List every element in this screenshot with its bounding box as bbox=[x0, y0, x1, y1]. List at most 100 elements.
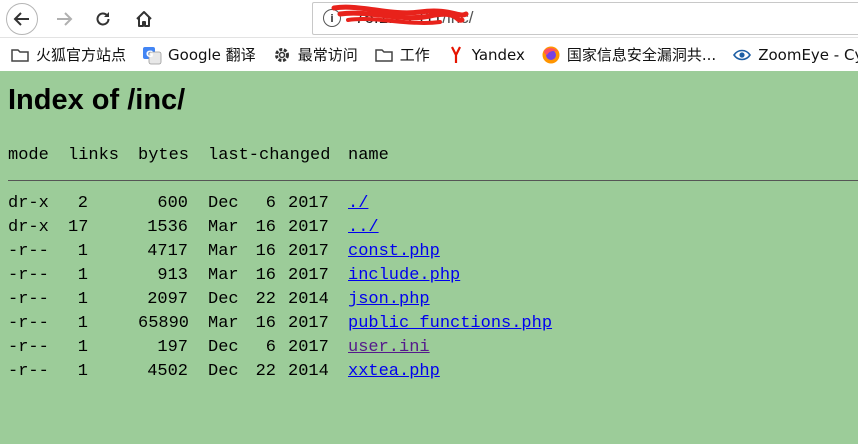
file-bytes: 2097 bbox=[147, 290, 188, 309]
file-year: 2017 bbox=[288, 242, 329, 261]
yandex-icon bbox=[450, 46, 461, 63]
file-links: 1 bbox=[77, 242, 88, 261]
file-day: 22 bbox=[255, 362, 276, 381]
bookmark-zoomeye[interactable]: ZoomEye - Cy bbox=[722, 42, 858, 68]
file-year: 2017 bbox=[288, 338, 329, 357]
header-divider bbox=[8, 180, 858, 181]
forward-button[interactable] bbox=[48, 3, 80, 35]
file-row: -r-- 1 65890 Mar 16 2017 public_function… bbox=[8, 314, 858, 338]
file-year: 2017 bbox=[288, 266, 329, 285]
firefox-icon bbox=[542, 46, 560, 63]
file-link-parent-dir[interactable]: ../ bbox=[348, 218, 379, 237]
file-day: 16 bbox=[255, 266, 276, 285]
file-day: 16 bbox=[255, 242, 276, 261]
file-row: -r-- 1 913 Mar 16 2017 include.php bbox=[8, 266, 858, 290]
redaction-scribble bbox=[331, 4, 469, 25]
file-mode: dr-x bbox=[8, 194, 49, 213]
file-row: dr-x 2 600 Dec 6 2017 ./ bbox=[8, 194, 858, 218]
file-bytes: 1536 bbox=[147, 218, 188, 237]
file-month: Mar bbox=[208, 266, 239, 285]
file-rows: dr-x 2 600 Dec 6 2017 ./ dr-x 17 1536 Ma… bbox=[8, 194, 858, 386]
file-links: 2 bbox=[77, 194, 88, 213]
file-month: Dec bbox=[208, 362, 239, 381]
arrow-left-icon bbox=[13, 12, 29, 26]
file-row: dr-x 17 1536 Mar 16 2017 ../ bbox=[8, 218, 858, 242]
file-year: 2017 bbox=[288, 194, 329, 213]
file-row: -r-- 1 197 Dec 6 2017 user.ini bbox=[8, 338, 858, 362]
file-mode: -r-- bbox=[8, 314, 49, 333]
bookmark-google-translate[interactable]: G Google 翻译 bbox=[132, 42, 262, 68]
reload-icon bbox=[96, 12, 110, 26]
file-mode: -r-- bbox=[8, 290, 49, 309]
file-month: Dec bbox=[208, 290, 239, 309]
bookmarks-toolbar: 火狐官方站点 G Google 翻译 最常访问 工作 Yandex 国家信息安全… bbox=[0, 38, 858, 71]
file-listing: mode links bytes last-changed name dr-x … bbox=[8, 146, 858, 381]
file-month: Mar bbox=[208, 218, 239, 237]
bookmark-label: 火狐官方站点 bbox=[36, 46, 127, 64]
file-bytes: 4502 bbox=[147, 362, 188, 381]
bookmark-label: Google 翻译 bbox=[168, 46, 256, 64]
file-year: 2014 bbox=[288, 290, 329, 309]
arrow-right-icon bbox=[57, 12, 73, 26]
file-day: 16 bbox=[255, 218, 276, 237]
file-link-xxtea-php[interactable]: xxtea.php bbox=[348, 362, 440, 381]
folder-icon bbox=[11, 48, 29, 62]
back-button[interactable] bbox=[6, 3, 38, 35]
bookmark-cnnvd[interactable]: 国家信息安全漏洞共... bbox=[531, 42, 722, 68]
header-mode: mode bbox=[8, 146, 49, 165]
bookmark-label: ZoomEye - Cy bbox=[758, 45, 858, 64]
file-links: 1 bbox=[77, 362, 88, 381]
file-link-user-ini[interactable]: user.ini bbox=[348, 338, 430, 357]
file-row: -r-- 1 4717 Mar 16 2017 const.php bbox=[8, 242, 858, 266]
gear-icon bbox=[274, 47, 289, 62]
file-month: Dec bbox=[208, 194, 239, 213]
bookmark-firefox-official[interactable]: 火狐官方站点 bbox=[0, 42, 132, 68]
file-month: Dec bbox=[208, 338, 239, 357]
file-links: 17 bbox=[68, 218, 89, 237]
file-year: 2014 bbox=[288, 362, 329, 381]
bookmark-label: 工作 bbox=[399, 46, 430, 64]
bookmark-work[interactable]: 工作 bbox=[364, 42, 436, 68]
file-links: 1 bbox=[77, 338, 88, 357]
svg-text:G: G bbox=[146, 50, 153, 60]
file-link-public-functions-php[interactable]: public_functions.php bbox=[348, 314, 552, 333]
listing-header: mode links bytes last-changed name bbox=[8, 146, 858, 174]
file-mode: dr-x bbox=[8, 218, 49, 237]
page-title: Index of /inc/ bbox=[8, 84, 186, 116]
bookmark-label: 国家信息安全漏洞共... bbox=[566, 46, 717, 64]
home-button[interactable] bbox=[128, 3, 160, 35]
file-links: 1 bbox=[77, 290, 88, 309]
file-link-json-php[interactable]: json.php bbox=[348, 290, 430, 309]
directory-index: Index of /inc/ mode links bytes last-cha… bbox=[8, 84, 858, 381]
file-row: -r-- 1 2097 Dec 22 2014 json.php bbox=[8, 290, 858, 314]
header-name: name bbox=[348, 146, 389, 165]
file-mode: -r-- bbox=[8, 266, 49, 285]
file-links: 1 bbox=[77, 314, 88, 333]
file-mode: -r-- bbox=[8, 242, 49, 261]
file-link-current-dir[interactable]: ./ bbox=[348, 194, 368, 213]
header-last-changed: last-changed bbox=[208, 146, 331, 165]
file-bytes: 913 bbox=[157, 266, 188, 285]
bookmark-label: 最常访问 bbox=[297, 46, 358, 64]
bookmark-most-visited[interactable]: 最常访问 bbox=[262, 42, 364, 68]
file-link-include-php[interactable]: include.php bbox=[348, 266, 460, 285]
file-bytes: 4717 bbox=[147, 242, 188, 261]
bookmark-yandex[interactable]: Yandex bbox=[436, 42, 531, 68]
file-bytes: 65890 bbox=[138, 314, 190, 333]
file-mode: -r-- bbox=[8, 338, 49, 357]
browser-navbar: i 76.1.25.111/inc/ bbox=[0, 0, 858, 38]
file-mode: -r-- bbox=[8, 362, 49, 381]
zoomeye-icon bbox=[733, 49, 752, 60]
file-month: Mar bbox=[208, 242, 239, 261]
file-day: 22 bbox=[255, 290, 276, 309]
file-link-const-php[interactable]: const.php bbox=[348, 242, 440, 261]
bookmark-label: Yandex bbox=[471, 45, 525, 64]
header-links: links bbox=[68, 146, 120, 165]
file-year: 2017 bbox=[288, 314, 329, 333]
file-month: Mar bbox=[208, 314, 239, 333]
file-day: 6 bbox=[265, 194, 276, 213]
reload-button[interactable] bbox=[87, 3, 119, 35]
folder-icon bbox=[374, 48, 393, 62]
file-bytes: 197 bbox=[157, 338, 188, 357]
home-icon bbox=[136, 11, 152, 27]
